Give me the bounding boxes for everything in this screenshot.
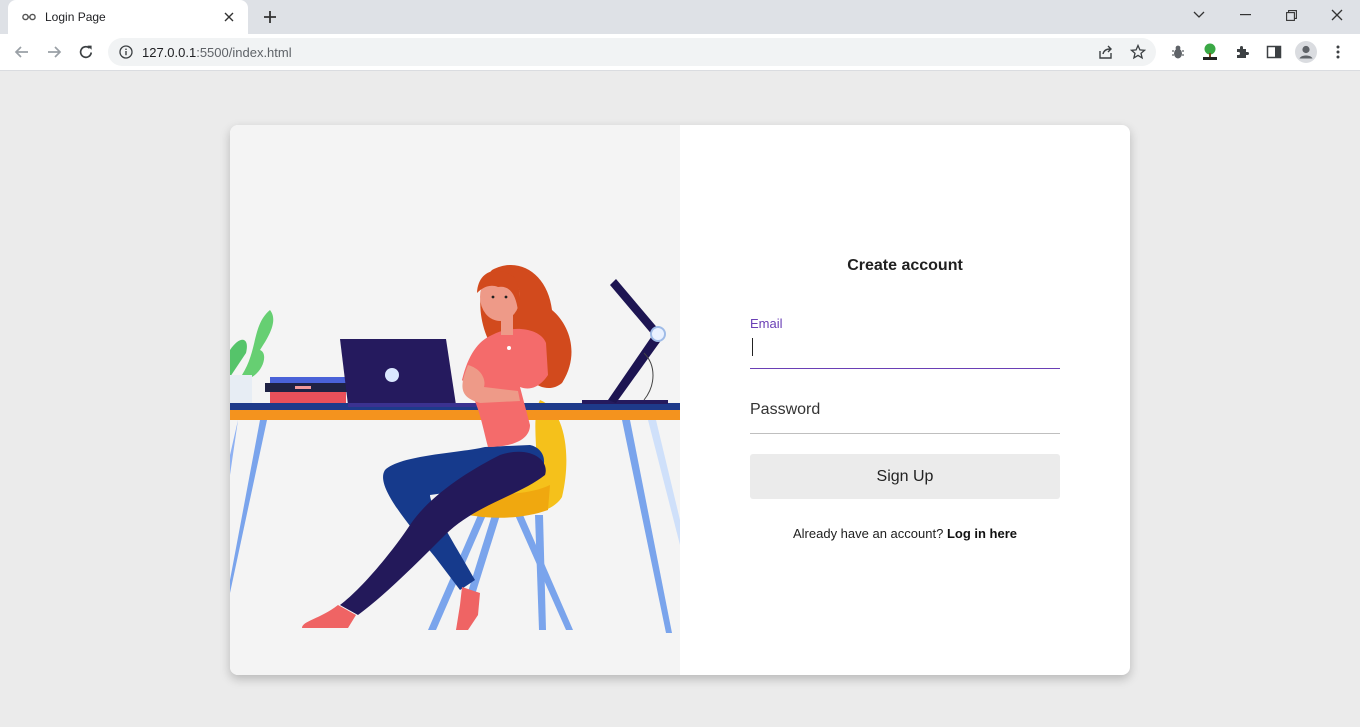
profile-avatar-icon[interactable]: [1294, 40, 1318, 64]
password-label: Password: [750, 401, 821, 418]
forward-arrow-icon[interactable]: [40, 38, 68, 66]
desk-edge: [230, 410, 680, 420]
restore-window-icon[interactable]: [1268, 0, 1314, 30]
email-label: Email: [750, 316, 783, 331]
info-icon[interactable]: [119, 45, 133, 59]
signup-card: Create account Email Password Sign Up Al…: [230, 125, 1130, 675]
close-tab-icon[interactable]: [220, 8, 238, 26]
kebab-menu-icon[interactable]: [1326, 40, 1350, 64]
browser-toolbar: 127.0.0.1:5500/index.html: [0, 34, 1360, 71]
url-host: 127.0.0.1: [142, 44, 197, 60]
back-arrow-icon[interactable]: [8, 38, 36, 66]
workspace-illustration: [230, 125, 680, 675]
email-field[interactable]: Email: [750, 315, 1060, 369]
signup-form: Create account Email Password Sign Up Al…: [680, 125, 1130, 675]
url-path: :5500/index.html: [196, 44, 292, 60]
url-text: 127.0.0.1:5500/index.html: [142, 45, 1156, 60]
new-tab-plus-icon[interactable]: [259, 6, 281, 28]
bug-extension-icon[interactable]: [1166, 40, 1190, 64]
browser-tab-strip: Login Page: [0, 0, 1360, 34]
sign-up-button[interactable]: Sign Up: [750, 454, 1060, 499]
login-prompt: Already have an account?: [792, 526, 944, 541]
desk-lamp-icon: [582, 279, 668, 404]
email-input[interactable]: [750, 335, 1060, 361]
tab-title: Login Page: [45, 10, 106, 24]
tree-extension-icon[interactable]: [1198, 40, 1222, 64]
close-window-icon[interactable]: [1314, 0, 1360, 30]
login-prompt-line: Already have an account? Log in here: [680, 526, 1130, 541]
address-bar[interactable]: 127.0.0.1:5500/index.html: [108, 38, 1156, 66]
browser-tab[interactable]: Login Page: [8, 0, 248, 34]
pants: [340, 445, 546, 615]
text-caret: [752, 338, 753, 356]
star-icon[interactable]: [1128, 42, 1148, 62]
share-icon[interactable]: [1096, 42, 1116, 62]
necklace: [507, 346, 511, 350]
password-field[interactable]: Password: [750, 395, 1060, 434]
puzzle-extensions-icon[interactable]: [1230, 40, 1254, 64]
page-title: Create account: [847, 257, 963, 274]
woman-at-desk-illustration: [230, 264, 680, 633]
minimize-icon[interactable]: [1222, 0, 1268, 30]
login-link[interactable]: Log in here: [947, 526, 1017, 541]
right-shoe: [456, 587, 480, 630]
glasses-favicon-icon: [22, 10, 36, 24]
tab-search-chevron-icon[interactable]: [1176, 0, 1222, 30]
books-stack-icon: [265, 377, 347, 404]
reload-icon[interactable]: [72, 38, 100, 66]
side-panel-icon[interactable]: [1262, 40, 1286, 64]
